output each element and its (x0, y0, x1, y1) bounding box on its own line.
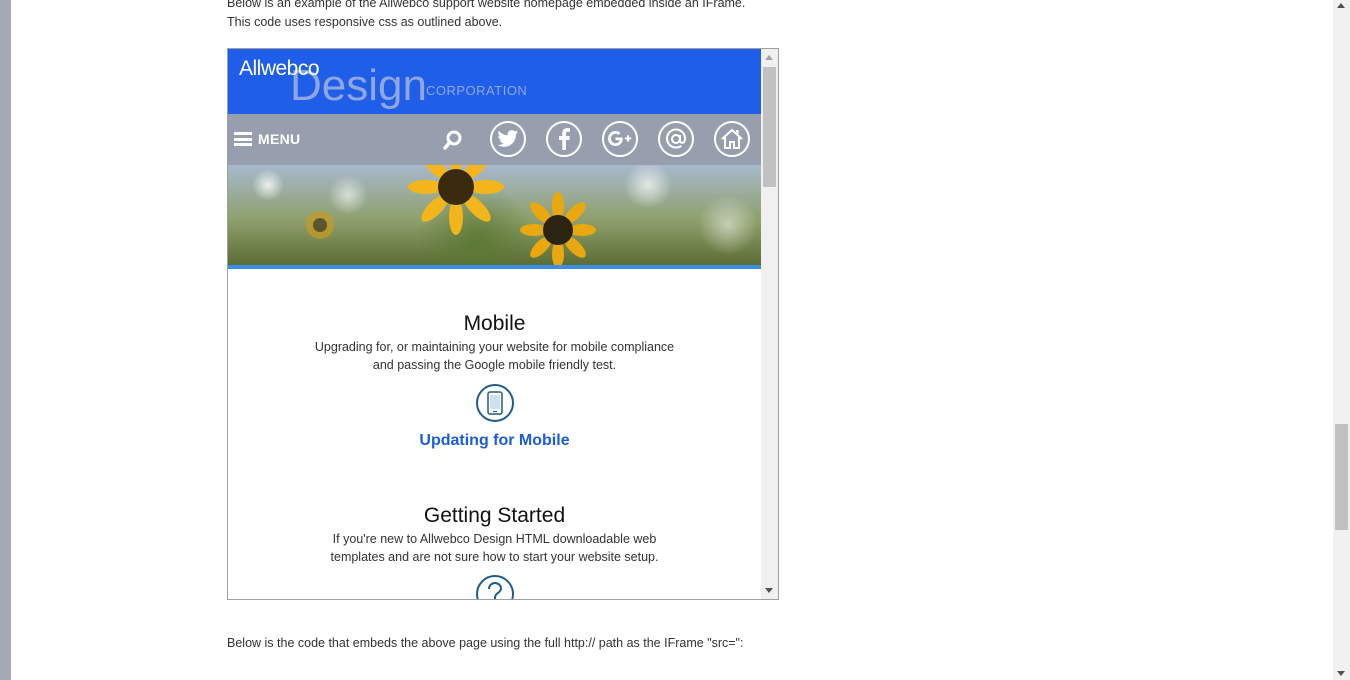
getting-started-line-2: templates and are not sure how to start … (330, 550, 659, 564)
question-icon (475, 575, 514, 599)
search-icon[interactable] (441, 128, 465, 152)
getting-started-title: Getting Started (423, 504, 566, 527)
mobile-description-line-1: Upgrading for, or maintaining your websi… (314, 340, 675, 354)
menu-label: MENU (258, 131, 301, 147)
page-scroll-up-arrow[interactable] (1337, 3, 1345, 8)
intro-line-2: This code uses responsive css as outline… (227, 15, 503, 29)
getting-started-section: Getting Started If you're new to Allwebc… (228, 504, 761, 599)
intro-line-1: Below is an example of the Allwebco supp… (227, 0, 746, 10)
hero-banner-image (228, 165, 761, 265)
mobile-section: Mobile Upgrading for, or maintaining you… (228, 312, 761, 450)
email-icon[interactable] (658, 121, 694, 157)
page-left-edge (0, 0, 11, 680)
updating-for-mobile-link[interactable]: Updating for Mobile (419, 432, 569, 450)
intro-paragraph: Below is an example of the Allwebco supp… (227, 0, 827, 32)
page-scroll-down-arrow[interactable] (1337, 671, 1345, 676)
menu-button[interactable]: MENU (234, 130, 300, 148)
iframe-scrollbar-thumb[interactable] (763, 67, 776, 187)
page-scrollbar[interactable] (1333, 0, 1350, 680)
home-icon[interactable] (714, 121, 750, 157)
iframe-scroll-down-arrow[interactable] (765, 588, 773, 593)
logo-brand[interactable]: Allwebco (239, 57, 320, 81)
page-scrollbar-thumb[interactable] (1335, 424, 1348, 530)
getting-started-description: If you're new to Allwebco Design HTML do… (228, 530, 761, 566)
google-plus-icon[interactable] (602, 121, 638, 157)
banner-divider (228, 265, 761, 269)
iframe-content: Design Allwebco CORPORATION MENU Mobile … (228, 49, 761, 599)
facebook-icon[interactable] (546, 121, 582, 157)
logo-corporation: CORPORATION (426, 83, 528, 98)
twitter-icon[interactable] (490, 121, 526, 157)
mobile-phone-icon (475, 384, 514, 422)
mobile-description: Upgrading for, or maintaining your websi… (228, 338, 761, 374)
hamburger-icon (234, 132, 252, 146)
iframe-scrollbar[interactable] (761, 49, 778, 599)
embedded-iframe[interactable]: Design Allwebco CORPORATION MENU Mobile … (227, 48, 779, 600)
mobile-description-line-2: and passing the Google mobile friendly t… (372, 358, 617, 372)
site-navbar: MENU (228, 114, 761, 165)
site-header: Design Allwebco CORPORATION (228, 49, 761, 114)
getting-started-line-1: If you're new to Allwebco Design HTML do… (332, 532, 657, 546)
mobile-title: Mobile (463, 312, 526, 335)
iframe-scroll-up-arrow[interactable] (765, 55, 773, 60)
bottom-paragraph: Below is the code that embeds the above … (227, 636, 744, 650)
